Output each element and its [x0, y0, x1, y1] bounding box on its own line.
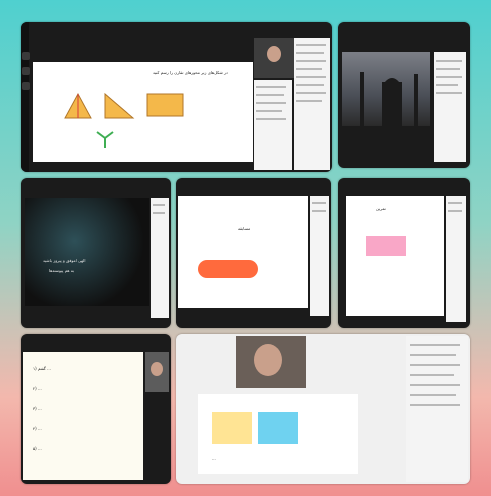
teacher-face	[151, 362, 163, 376]
video-panel	[236, 336, 306, 388]
video-panel	[145, 352, 169, 392]
side-panel	[310, 196, 329, 316]
class-note: ...	[212, 456, 216, 461]
toolbar-icon[interactable]	[22, 82, 30, 90]
tri-star-shape	[96, 131, 114, 148]
right-triangle-shape	[104, 92, 135, 119]
participants-panel	[294, 38, 330, 170]
tile-math-slide[interactable]: در شکل‌های زیر محورهای تقارن را رسم کنید	[21, 22, 332, 172]
tile-mosque[interactable]	[338, 22, 470, 168]
worksheet-page: تمرین	[346, 196, 444, 316]
text-line: ۵) ...	[33, 446, 42, 451]
text-line: ۱) گفتم ...	[33, 366, 51, 371]
teacher-face	[267, 46, 281, 62]
video-line-2: به هم پیوسته‌ها	[49, 268, 74, 273]
slide-sentence: در شکل‌های زیر محورهای تقارن را رسم کنید	[153, 70, 228, 75]
text-line: ۲) ...	[33, 386, 42, 391]
mosque-silhouette-icon	[360, 72, 418, 126]
book-label: مسابقه	[238, 226, 251, 231]
tile-online-class[interactable]: ...	[176, 334, 470, 484]
chat-panel	[254, 80, 292, 170]
math-slide: در شکل‌های زیر محورهای تقارن را رسم کنید	[33, 62, 253, 162]
video-panel	[254, 38, 294, 78]
participants-panel	[434, 52, 466, 162]
triangle-shape	[64, 92, 92, 119]
side-panel	[446, 196, 466, 322]
cyan-box	[258, 412, 298, 444]
book-page: مسابقه	[178, 196, 308, 308]
video-line-1: الهی اموفق و پیروز باشید	[43, 258, 86, 263]
illustration	[198, 260, 258, 278]
toolbar-icon[interactable]	[22, 67, 30, 75]
worksheet-heading: تمرین	[376, 206, 386, 211]
tile-book[interactable]: مسابقه	[176, 178, 331, 328]
tile-worksheet[interactable]: تمرین	[338, 178, 470, 328]
text-line: ۴) ...	[33, 426, 42, 431]
class-slide: ...	[198, 394, 358, 474]
mosque-image	[342, 52, 430, 126]
side-panel	[151, 198, 169, 318]
rectangle-shape	[146, 93, 184, 117]
yellow-box	[212, 412, 252, 444]
tile-video[interactable]: الهی اموفق و پیروز باشید به هم پیوسته‌ها	[21, 178, 171, 328]
pink-box	[366, 236, 406, 256]
teacher-face	[254, 344, 282, 376]
text-page: ۱) گفتم ... ۲) ... ۳) ... ۴) ... ۵) ...	[23, 352, 143, 480]
participants-panel	[406, 336, 468, 482]
video-area: الهی اموفق و پیروز باشید به هم پیوسته‌ها	[25, 198, 149, 306]
toolbar-icon[interactable]	[22, 52, 30, 60]
tile-text[interactable]: ۱) گفتم ... ۲) ... ۳) ... ۴) ... ۵) ...	[21, 334, 171, 484]
text-line: ۳) ...	[33, 406, 42, 411]
